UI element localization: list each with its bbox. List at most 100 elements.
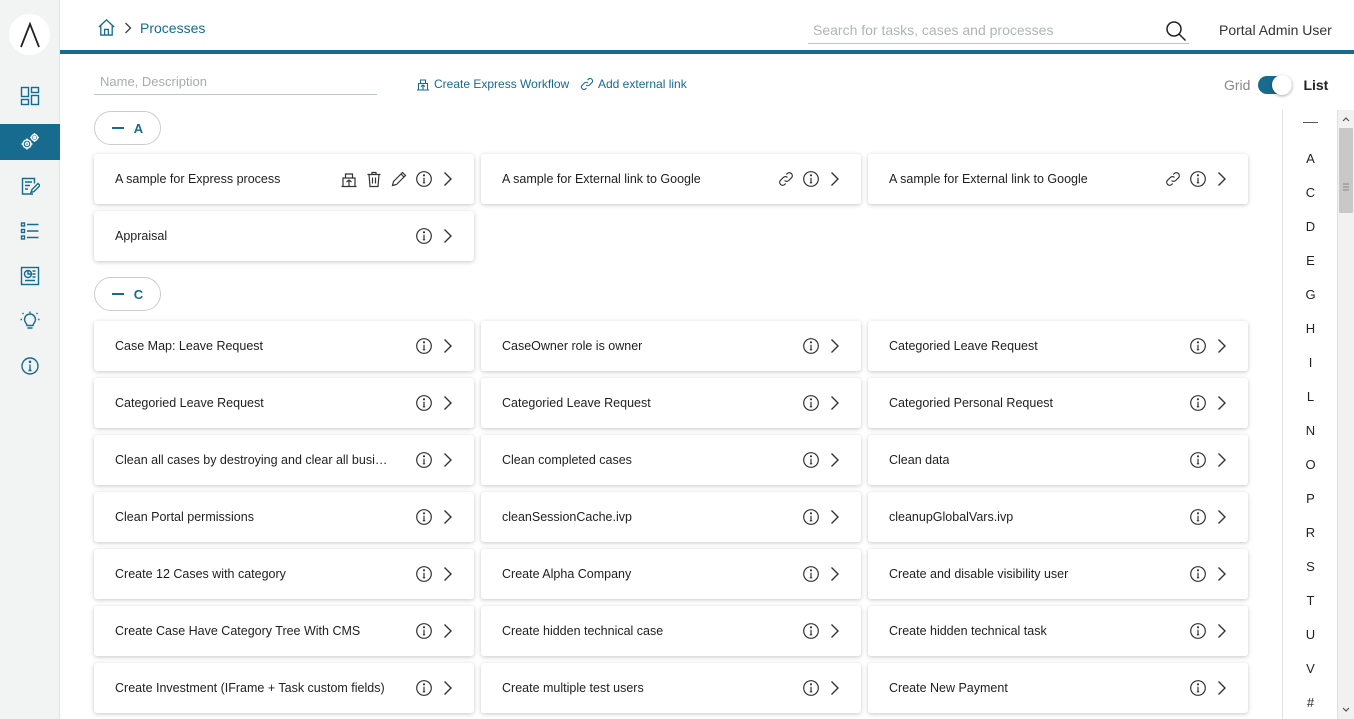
- process-card[interactable]: Create hidden technical task: [868, 606, 1248, 656]
- process-card[interactable]: Create multiple test users: [481, 663, 861, 713]
- chevron-right-icon[interactable]: [1216, 394, 1228, 412]
- alphabet-index-item[interactable]: L: [1283, 389, 1338, 404]
- info-icon[interactable]: [802, 679, 820, 697]
- chevron-right-icon[interactable]: [442, 508, 454, 526]
- create-express-workflow-link[interactable]: Create Express Workflow: [416, 77, 569, 91]
- chevron-right-icon[interactable]: [442, 622, 454, 640]
- process-name[interactable]: Create hidden technical task: [889, 624, 1047, 638]
- chevron-right-icon[interactable]: [1216, 451, 1228, 469]
- alphabet-index-item[interactable]: E: [1283, 253, 1338, 268]
- process-name[interactable]: Clean data: [889, 453, 949, 467]
- process-name[interactable]: Create Case Have Category Tree With CMS: [115, 624, 360, 638]
- sidebar-item-dashboard[interactable]: [0, 78, 60, 114]
- process-name[interactable]: Create Investment (IFrame + Task custom …: [115, 681, 385, 695]
- process-name[interactable]: CaseOwner role is owner: [502, 339, 642, 353]
- process-name[interactable]: Create New Payment: [889, 681, 1008, 695]
- info-icon[interactable]: [802, 170, 820, 188]
- info-icon[interactable]: [415, 565, 433, 583]
- info-icon[interactable]: [1189, 679, 1207, 697]
- sidebar-item-processes[interactable]: [0, 124, 60, 160]
- chevron-right-icon[interactable]: [829, 451, 841, 469]
- alphabet-index-item[interactable]: G: [1283, 287, 1338, 302]
- process-name[interactable]: Create hidden technical case: [502, 624, 663, 638]
- user-menu[interactable]: Portal Admin User: [1219, 22, 1332, 38]
- chevron-right-icon[interactable]: [1216, 337, 1228, 355]
- alphabet-index-item[interactable]: #: [1283, 695, 1338, 710]
- process-card[interactable]: Create Alpha Company: [481, 549, 861, 599]
- process-card[interactable]: Clean data: [868, 435, 1248, 485]
- scroll-thumb[interactable]: [1339, 128, 1353, 213]
- info-icon[interactable]: [1189, 451, 1207, 469]
- info-icon[interactable]: [415, 622, 433, 640]
- chevron-right-icon[interactable]: [1216, 565, 1228, 583]
- process-name[interactable]: Create and disable visibility user: [889, 567, 1068, 581]
- alphabet-index-item[interactable]: P: [1283, 491, 1338, 506]
- list-label[interactable]: List: [1303, 77, 1328, 93]
- process-name[interactable]: Create 12 Cases with category: [115, 567, 286, 581]
- process-name[interactable]: Appraisal: [115, 229, 167, 243]
- process-name[interactable]: Clean all cases by destroying and clear …: [115, 453, 393, 467]
- search-icon[interactable]: [1165, 20, 1187, 42]
- process-card[interactable]: Create hidden technical case: [481, 606, 861, 656]
- chevron-right-icon[interactable]: [829, 565, 841, 583]
- chevron-right-icon[interactable]: [1216, 170, 1228, 188]
- info-icon[interactable]: [802, 394, 820, 412]
- alphabet-index-item[interactable]: A: [1283, 151, 1338, 166]
- process-name[interactable]: Categoried Leave Request: [115, 396, 264, 410]
- info-icon[interactable]: [1189, 337, 1207, 355]
- chevron-right-icon[interactable]: [829, 170, 841, 188]
- info-icon[interactable]: [415, 394, 433, 412]
- sidebar-item-ideas[interactable]: [0, 303, 60, 339]
- alphabet-index-item[interactable]: C: [1283, 185, 1338, 200]
- chevron-right-icon[interactable]: [442, 227, 454, 245]
- sidebar-item-tasks[interactable]: [0, 168, 60, 204]
- process-name[interactable]: Categoried Leave Request: [889, 339, 1038, 353]
- alphabet-index-item[interactable]: I: [1283, 355, 1338, 370]
- process-card[interactable]: Create and disable visibility user: [868, 549, 1248, 599]
- add-external-link[interactable]: Add external link: [580, 77, 687, 91]
- alphabet-index-item[interactable]: U: [1283, 627, 1338, 642]
- link-icon[interactable]: [1164, 170, 1182, 188]
- info-icon[interactable]: [802, 565, 820, 583]
- process-name[interactable]: Clean Portal permissions: [115, 510, 254, 524]
- info-icon[interactable]: [415, 337, 433, 355]
- process-card[interactable]: Categoried Personal Request: [868, 378, 1248, 428]
- collapse-all-icon[interactable]: [1303, 122, 1318, 123]
- sidebar-item-info[interactable]: [0, 348, 60, 384]
- info-icon[interactable]: [802, 508, 820, 526]
- info-icon[interactable]: [415, 170, 433, 188]
- process-name[interactable]: Create Alpha Company: [502, 567, 631, 581]
- process-card[interactable]: Categoried Leave Request: [481, 378, 861, 428]
- group-toggle-a[interactable]: A: [94, 111, 161, 145]
- alphabet-index-item[interactable]: R: [1283, 525, 1338, 540]
- process-card[interactable]: Create New Payment: [868, 663, 1248, 713]
- sidebar-item-cases[interactable]: [0, 213, 60, 249]
- process-name[interactable]: Clean completed cases: [502, 453, 632, 467]
- alphabet-index-item[interactable]: D: [1283, 219, 1338, 234]
- chevron-right-icon[interactable]: [829, 394, 841, 412]
- process-name[interactable]: A sample for External link to Google: [889, 172, 1088, 186]
- info-icon[interactable]: [1189, 508, 1207, 526]
- chevron-right-icon[interactable]: [442, 170, 454, 188]
- process-card[interactable]: Categoried Leave Request: [94, 378, 474, 428]
- alphabet-index-item[interactable]: V: [1283, 661, 1338, 676]
- info-icon[interactable]: [1189, 622, 1207, 640]
- alphabet-index-item[interactable]: O: [1283, 457, 1338, 472]
- scroll-down-arrow-icon[interactable]: [1338, 702, 1354, 718]
- process-card[interactable]: Create Investment (IFrame + Task custom …: [94, 663, 474, 713]
- global-search-input[interactable]: [808, 18, 1148, 42]
- chevron-right-icon[interactable]: [1216, 679, 1228, 697]
- process-card[interactable]: Categoried Leave Request: [868, 321, 1248, 371]
- process-name[interactable]: Case Map: Leave Request: [115, 339, 263, 353]
- process-card[interactable]: Create 12 Cases with category: [94, 549, 474, 599]
- info-icon[interactable]: [415, 679, 433, 697]
- process-name[interactable]: cleanupGlobalVars.ivp: [889, 510, 1013, 524]
- info-icon[interactable]: [1189, 170, 1207, 188]
- alphabet-index-item[interactable]: N: [1283, 423, 1338, 438]
- process-card[interactable]: Clean completed cases: [481, 435, 861, 485]
- process-card[interactable]: Create Case Have Category Tree With CMS: [94, 606, 474, 656]
- chevron-right-icon[interactable]: [1216, 622, 1228, 640]
- express-icon[interactable]: [340, 170, 358, 188]
- process-name[interactable]: A sample for External link to Google: [502, 172, 701, 186]
- chevron-right-icon[interactable]: [442, 451, 454, 469]
